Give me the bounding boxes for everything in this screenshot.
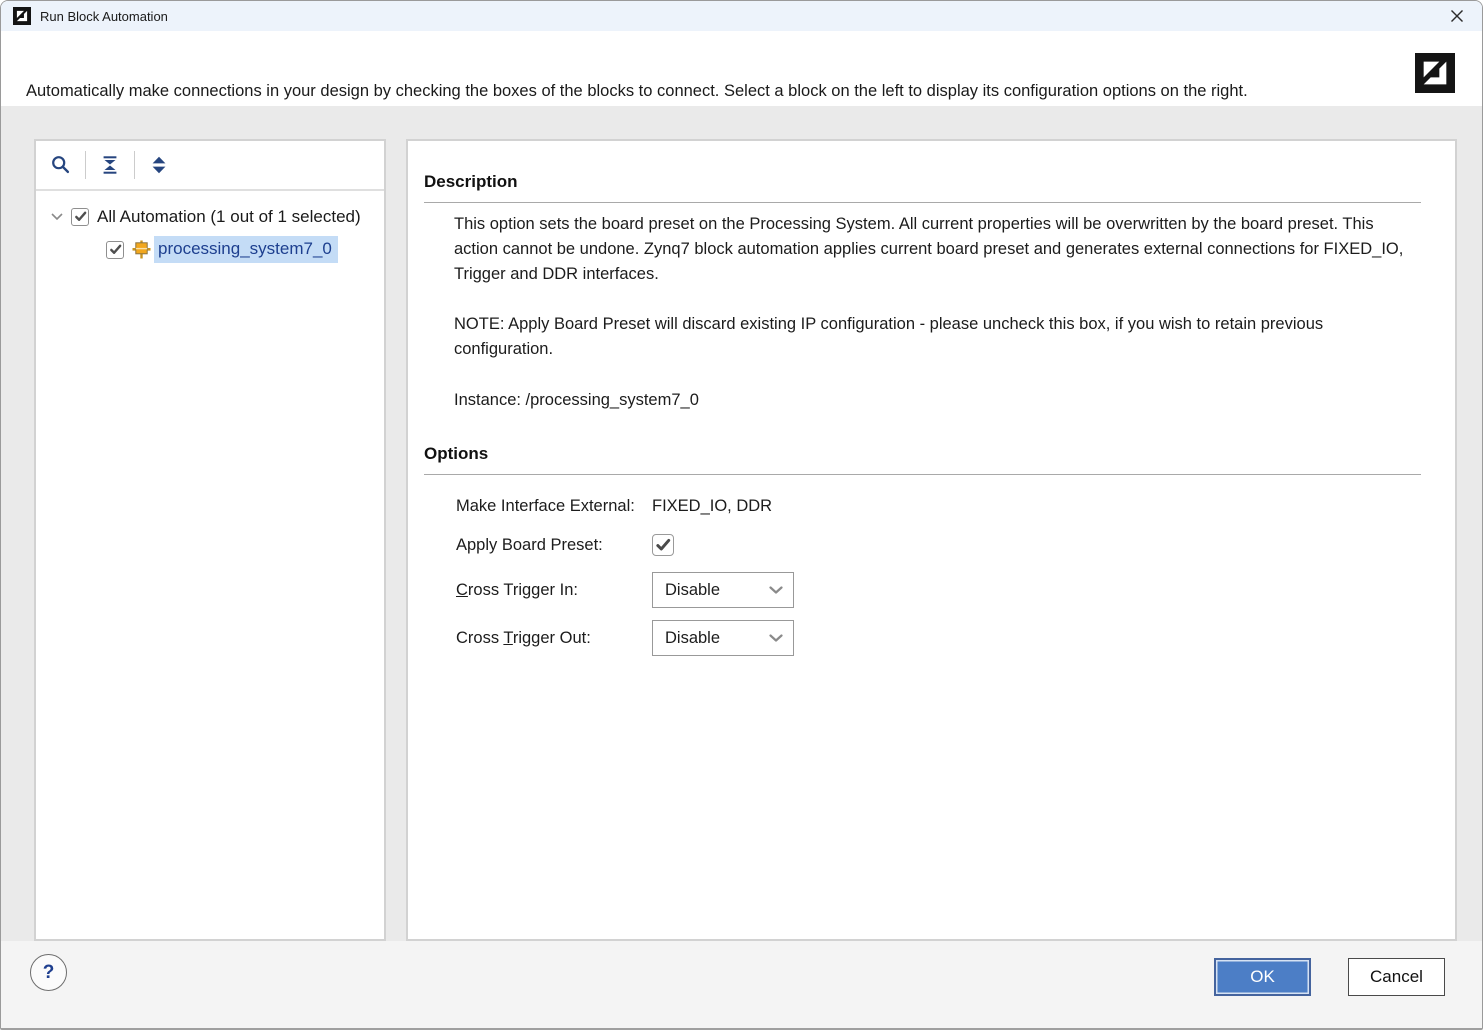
cancel-button[interactable]: Cancel <box>1348 958 1445 996</box>
processing-system-label[interactable]: processing_system7_0 <box>154 236 338 263</box>
all-automation-checkbox[interactable] <box>71 208 89 226</box>
cross-trigger-in-label: Cross Trigger In: <box>456 581 652 600</box>
tree-toolbar <box>36 141 384 191</box>
configuration-panel: Description This option sets the board p… <box>406 139 1457 941</box>
search-icon[interactable] <box>49 153 73 177</box>
description-paragraph-1: This option sets the board preset on the… <box>454 212 1416 287</box>
tree-row-processing-system[interactable]: processing_system7_0 <box>36 233 384 266</box>
help-button[interactable]: ? <box>30 954 67 991</box>
cross-trigger-in-value: Disable <box>665 581 769 600</box>
tree-row-all-automation[interactable]: All Automation (1 out of 1 selected) <box>36 200 384 233</box>
description-paragraph-2: NOTE: Apply Board Preset will discard ex… <box>454 312 1416 362</box>
options-heading: Options <box>424 444 488 464</box>
option-row-cross-trigger-in: Cross Trigger In: Disable <box>456 572 794 608</box>
cross-trigger-in-dropdown[interactable]: Disable <box>652 572 794 608</box>
apply-board-preset-checkbox[interactable] <box>652 534 674 556</box>
collapse-all-icon[interactable] <box>98 153 122 177</box>
apply-board-preset-label: Apply Board Preset: <box>456 536 652 555</box>
automation-tree-panel: All Automation (1 out of 1 selected) <box>34 139 386 941</box>
dialog-header: Automatically make connections in your d… <box>1 31 1482 106</box>
title-bar: Run Block Automation <box>1 1 1482 31</box>
dialog-body: All Automation (1 out of 1 selected) <box>1 106 1482 941</box>
instance-line: Instance: /processing_system7_0 <box>454 388 1416 413</box>
expand-all-icon[interactable] <box>147 153 171 177</box>
automation-tree: All Automation (1 out of 1 selected) <box>36 191 384 266</box>
dialog-footer: ? OK Cancel <box>1 941 1482 1028</box>
window-title: Run Block Automation <box>40 9 168 24</box>
make-interface-external-label: Make Interface External: <box>456 497 652 516</box>
option-row-make-interface-external: Make Interface External: FIXED_IO, DDR <box>456 493 772 519</box>
option-row-cross-trigger-out: Cross Trigger Out: Disable <box>456 620 794 656</box>
cross-trigger-out-label: Cross Trigger Out: <box>456 629 652 648</box>
make-interface-external-value: FIXED_IO, DDR <box>652 497 772 516</box>
chevron-down-icon <box>769 634 783 642</box>
ip-core-icon <box>132 240 151 259</box>
all-automation-label: All Automation (1 out of 1 selected) <box>97 207 361 227</box>
ok-button[interactable]: OK <box>1214 958 1311 996</box>
cross-trigger-out-value: Disable <box>665 629 769 648</box>
chevron-down-icon <box>769 586 783 594</box>
option-row-apply-board-preset: Apply Board Preset: <box>456 531 674 559</box>
run-block-automation-dialog: Run Block Automation Automatically make … <box>0 0 1483 1030</box>
description-rule <box>424 202 1421 203</box>
app-logo-icon <box>13 7 31 25</box>
cross-trigger-out-dropdown[interactable]: Disable <box>652 620 794 656</box>
brand-logo-icon <box>1415 53 1455 93</box>
question-mark-icon: ? <box>43 962 55 984</box>
chevron-down-icon[interactable] <box>48 208 66 226</box>
options-rule <box>424 474 1421 475</box>
toolbar-separator <box>134 151 135 179</box>
processing-system-checkbox[interactable] <box>106 241 124 259</box>
close-icon[interactable] <box>1444 3 1470 29</box>
instruction-text: Automatically make connections in your d… <box>26 82 1248 101</box>
toolbar-separator <box>85 151 86 179</box>
description-heading: Description <box>424 172 518 192</box>
